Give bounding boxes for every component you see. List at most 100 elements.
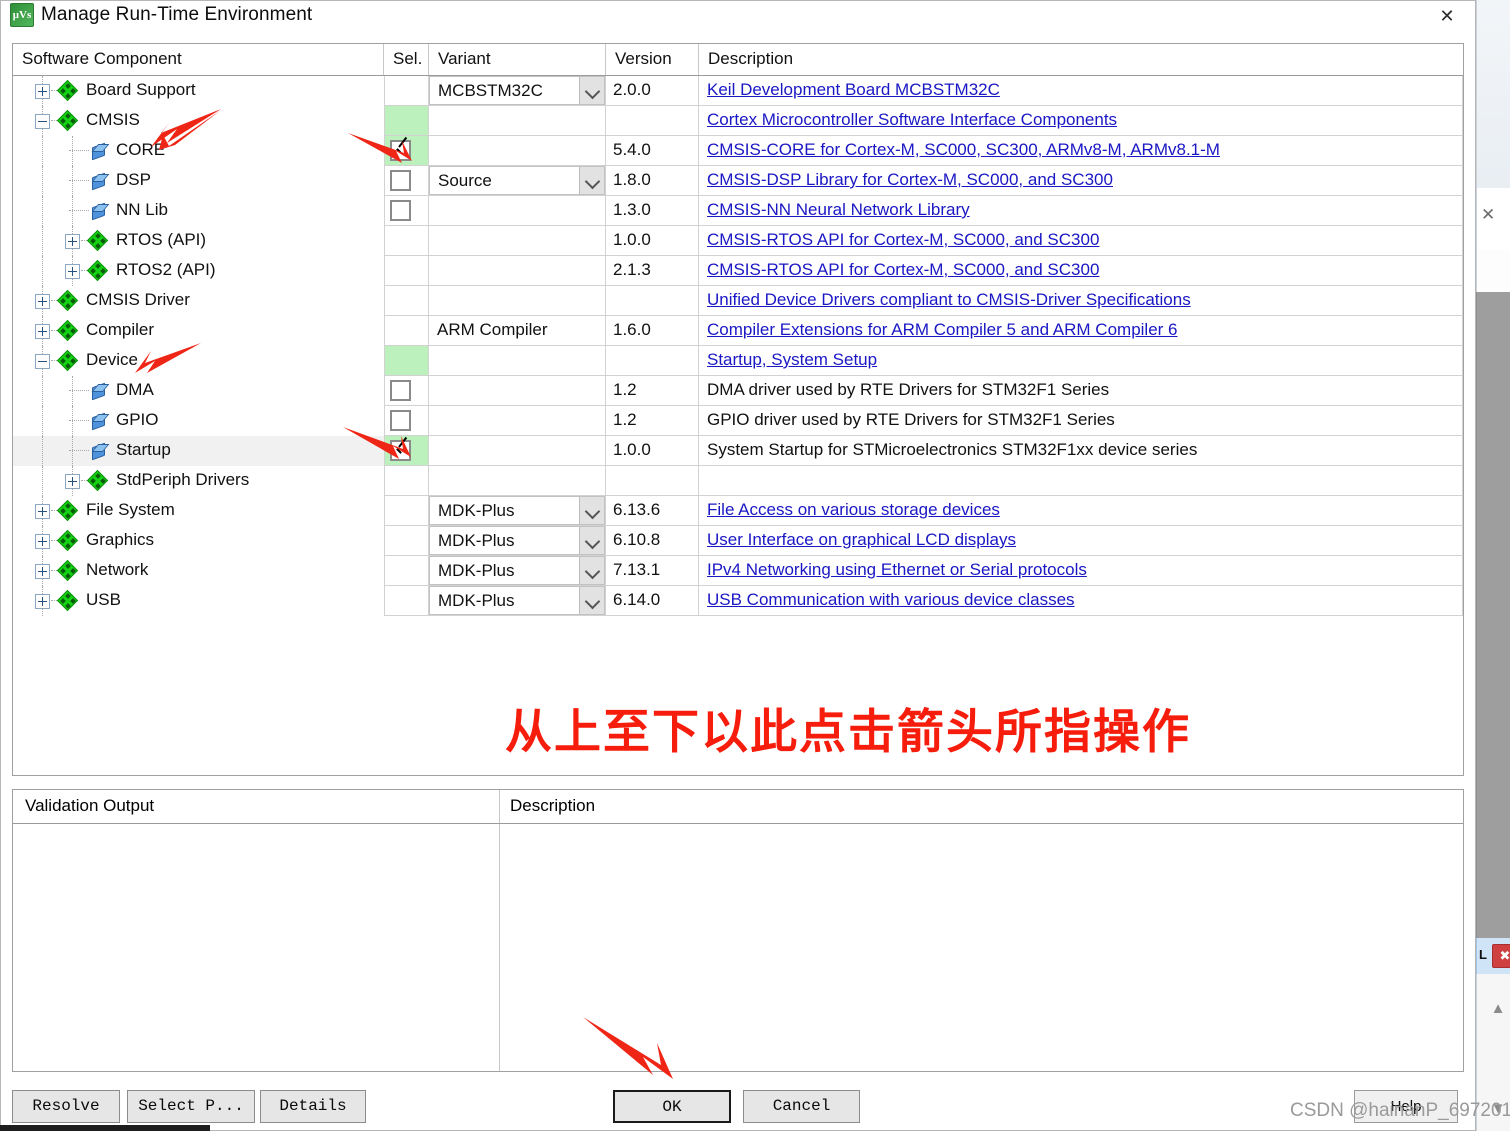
sel-cell[interactable] bbox=[384, 226, 429, 256]
variant-cell[interactable]: MCBSTM32C bbox=[429, 76, 606, 106]
cancel-button[interactable]: Cancel bbox=[743, 1090, 860, 1123]
table-row[interactable]: DSP Source 1.8.0 CMSIS-DSP Library for Cort… bbox=[13, 166, 1463, 196]
description-cell[interactable]: Startup, System Setup bbox=[699, 346, 1463, 376]
sel-cell[interactable] bbox=[384, 106, 429, 136]
table-row[interactable]: GPIO 1.2 GPIO driver used by RTE Drivers f… bbox=[13, 406, 1463, 436]
description-cell[interactable]: File Access on various storage devices bbox=[699, 496, 1463, 526]
description-link[interactable]: Startup, System Setup bbox=[707, 350, 877, 369]
description-link[interactable]: Unified Device Drivers compliant to CMSI… bbox=[707, 290, 1191, 309]
variant-select[interactable]: MDK-Plus bbox=[429, 526, 605, 555]
component-name-cell[interactable]: Network bbox=[13, 556, 384, 586]
expand-toggle-icon[interactable] bbox=[65, 474, 80, 489]
sel-cell[interactable] bbox=[384, 256, 429, 286]
description-cell[interactable]: CMSIS-DSP Library for Cortex-M, SC000, a… bbox=[699, 166, 1463, 196]
checkbox-unchecked[interactable] bbox=[390, 380, 411, 401]
chevron-down-icon[interactable] bbox=[579, 527, 604, 554]
checkbox-unchecked[interactable] bbox=[390, 170, 411, 191]
description-link[interactable]: Cortex Microcontroller Software Interfac… bbox=[707, 110, 1117, 129]
description-cell[interactable]: CMSIS-NN Neural Network Library bbox=[699, 196, 1463, 226]
variant-select[interactable]: MDK-Plus bbox=[429, 496, 605, 525]
expand-toggle-icon[interactable] bbox=[35, 294, 50, 309]
table-row[interactable]: Board Support MCBSTM32C 2.0.0 Keil Developm… bbox=[13, 76, 1463, 106]
column-header-version[interactable]: Version bbox=[606, 44, 699, 75]
column-header-software-component[interactable]: Software Component bbox=[13, 44, 384, 75]
description-link[interactable]: CMSIS-CORE for Cortex-M, SC000, SC300, A… bbox=[707, 140, 1220, 159]
sel-cell[interactable] bbox=[384, 496, 429, 526]
expand-toggle-icon[interactable] bbox=[35, 324, 50, 339]
expand-toggle-icon[interactable] bbox=[65, 234, 80, 249]
close-window-button[interactable]: ✕ bbox=[1419, 1, 1475, 31]
collapse-toggle-icon[interactable] bbox=[35, 354, 50, 369]
description-link[interactable]: IPv4 Networking using Ethernet or Serial… bbox=[707, 560, 1087, 579]
sel-cell[interactable] bbox=[384, 466, 429, 496]
variant-cell[interactable] bbox=[429, 406, 606, 436]
variant-cell[interactable] bbox=[429, 226, 606, 256]
variant-cell[interactable]: ARM Compiler bbox=[429, 316, 606, 346]
variant-cell[interactable] bbox=[429, 376, 606, 406]
sel-cell[interactable] bbox=[384, 406, 429, 436]
checkbox-unchecked[interactable] bbox=[390, 200, 411, 221]
table-row[interactable]: Graphics MDK-Plus 6.10.8 User Interface on … bbox=[13, 526, 1463, 556]
component-name-cell[interactable]: CMSIS Driver bbox=[13, 286, 384, 316]
variant-cell[interactable]: Source bbox=[429, 166, 606, 196]
checkbox-checked[interactable] bbox=[390, 440, 411, 461]
variant-cell[interactable] bbox=[429, 256, 606, 286]
variant-cell[interactable] bbox=[429, 196, 606, 226]
checkbox-checked[interactable] bbox=[390, 140, 411, 161]
description-cell[interactable]: CMSIS-CORE for Cortex-M, SC000, SC300, A… bbox=[699, 136, 1463, 166]
sel-cell[interactable] bbox=[384, 556, 429, 586]
validation-output-list[interactable] bbox=[13, 824, 500, 1071]
description-link[interactable]: User Interface on graphical LCD displays bbox=[707, 530, 1016, 549]
variant-cell[interactable] bbox=[429, 106, 606, 136]
sel-cell[interactable] bbox=[384, 76, 429, 106]
description-link[interactable]: CMSIS-RTOS API for Cortex-M, SC000, and … bbox=[707, 230, 1099, 249]
table-row[interactable]: DMA 1.2 DMA driver used by RTE Drivers for… bbox=[13, 376, 1463, 406]
collapse-toggle-icon[interactable] bbox=[35, 114, 50, 129]
sel-cell[interactable] bbox=[384, 136, 429, 166]
variant-select[interactable]: MDK-Plus bbox=[429, 556, 605, 585]
component-name-cell[interactable]: USB bbox=[13, 586, 384, 616]
table-row[interactable]: Startup 1.0.0 System Startup for STMicroel… bbox=[13, 436, 1463, 466]
sel-cell[interactable] bbox=[384, 286, 429, 316]
component-name-cell[interactable]: Startup bbox=[13, 436, 384, 466]
sel-cell[interactable] bbox=[384, 436, 429, 466]
table-row[interactable]: RTOS2 (API) 2.1.3 CMSIS-RTOS API for Corte… bbox=[13, 256, 1463, 286]
table-row[interactable]: RTOS (API) 1.0.0 CMSIS-RTOS API for Cortex… bbox=[13, 226, 1463, 256]
component-name-cell[interactable]: File System bbox=[13, 496, 384, 526]
description-link[interactable]: CMSIS-RTOS API for Cortex-M, SC000, and … bbox=[707, 260, 1099, 279]
table-row[interactable]: Device Startup, System Setup bbox=[13, 346, 1463, 376]
sel-cell[interactable] bbox=[384, 376, 429, 406]
description-link[interactable]: USB Communication with various device cl… bbox=[707, 590, 1075, 609]
variant-select[interactable]: MCBSTM32C bbox=[429, 76, 605, 105]
sel-cell[interactable] bbox=[384, 196, 429, 226]
component-name-cell[interactable]: CMSIS bbox=[13, 106, 384, 136]
variant-cell[interactable]: MDK-Plus bbox=[429, 526, 606, 556]
chevron-down-icon[interactable] bbox=[579, 557, 604, 584]
variant-select[interactable]: ARM Compiler bbox=[429, 316, 605, 345]
variant-cell[interactable] bbox=[429, 466, 606, 496]
variant-cell[interactable] bbox=[429, 346, 606, 376]
validation-description-list[interactable] bbox=[500, 824, 1463, 1071]
description-cell[interactable]: User Interface on graphical LCD displays bbox=[699, 526, 1463, 556]
component-name-cell[interactable]: Board Support bbox=[13, 76, 384, 106]
chevron-down-icon[interactable] bbox=[579, 167, 604, 194]
description-link[interactable]: CMSIS-DSP Library for Cortex-M, SC000, a… bbox=[707, 170, 1113, 189]
table-row[interactable]: CMSIS Driver Unified Device Drivers compl… bbox=[13, 286, 1463, 316]
column-header-variant[interactable]: Variant bbox=[429, 44, 606, 75]
variant-cell[interactable]: MDK-Plus bbox=[429, 556, 606, 586]
table-row[interactable]: StdPeriph Drivers bbox=[13, 466, 1463, 496]
table-row[interactable]: NN Lib 1.3.0 CMSIS-NN Neural Network Libra… bbox=[13, 196, 1463, 226]
component-name-cell[interactable]: NN Lib bbox=[13, 196, 384, 226]
details-button[interactable]: Details bbox=[260, 1090, 366, 1123]
sel-cell[interactable] bbox=[384, 526, 429, 556]
expand-toggle-icon[interactable] bbox=[35, 534, 50, 549]
description-cell[interactable]: Compiler Extensions for ARM Compiler 5 a… bbox=[699, 316, 1463, 346]
component-name-cell[interactable]: DMA bbox=[13, 376, 384, 406]
expand-toggle-icon[interactable] bbox=[35, 84, 50, 99]
column-header-description[interactable]: Description bbox=[699, 44, 1463, 75]
description-link[interactable]: File Access on various storage devices bbox=[707, 500, 1000, 519]
variant-cell[interactable]: MDK-Plus bbox=[429, 586, 606, 616]
component-name-cell[interactable]: GPIO bbox=[13, 406, 384, 436]
description-cell[interactable]: Unified Device Drivers compliant to CMSI… bbox=[699, 286, 1463, 316]
description-cell[interactable]: CMSIS-RTOS API for Cortex-M, SC000, and … bbox=[699, 226, 1463, 256]
